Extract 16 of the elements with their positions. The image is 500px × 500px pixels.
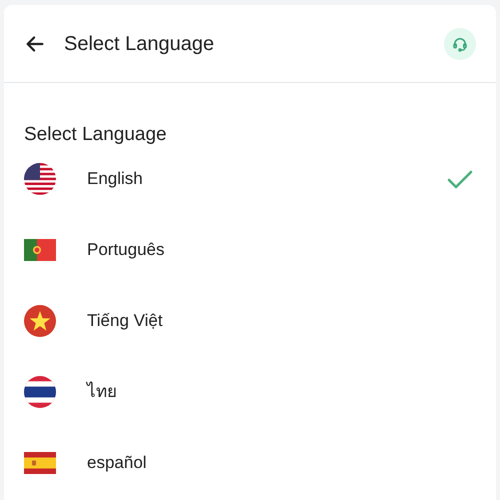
flag-icon <box>24 305 56 337</box>
language-name: Português <box>87 239 164 262</box>
language-item[interactable]: ไทย <box>24 356 476 428</box>
language-name: Tiếng Việt <box>87 310 163 332</box>
flag-icon <box>24 239 56 261</box>
flag-icon <box>24 163 56 195</box>
language-item[interactable]: Tiếng Việt <box>24 286 476 356</box>
flag-icon <box>24 376 56 408</box>
page-title: Select Language <box>64 32 214 56</box>
language-item[interactable]: español <box>24 428 476 498</box>
support-button[interactable] <box>444 28 476 60</box>
language-name: español <box>87 452 147 474</box>
flag-icon <box>24 452 56 474</box>
language-name: English <box>87 168 143 190</box>
language-name: ไทย <box>87 380 117 404</box>
language-item[interactable]: Português <box>24 214 476 286</box>
